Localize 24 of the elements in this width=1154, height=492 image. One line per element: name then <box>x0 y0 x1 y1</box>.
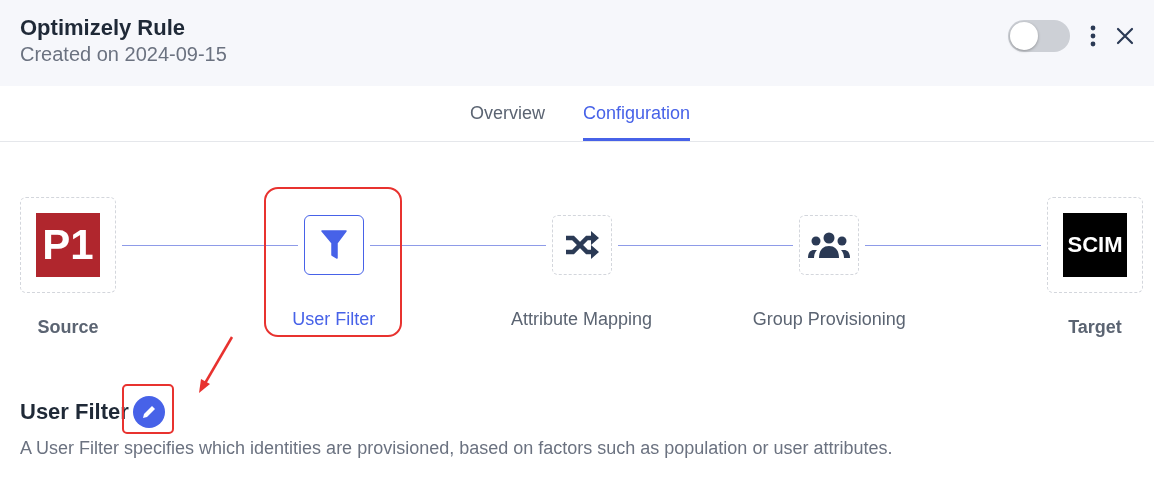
rule-title: Optimizely Rule <box>20 14 187 41</box>
more-options-icon[interactable] <box>1090 25 1096 47</box>
step-label: Group Provisioning <box>752 309 906 330</box>
edit-button[interactable] <box>132 396 165 428</box>
filter-icon <box>320 229 347 261</box>
created-date: Created on 2024-09-15 <box>20 42 227 66</box>
step-tile[interactable]: SCIM <box>1047 197 1143 293</box>
step-tile[interactable] <box>303 215 364 275</box>
logo: SCIM <box>1063 213 1127 277</box>
step-label: Attribute Mapping <box>510 309 653 330</box>
pencil-icon <box>140 404 157 420</box>
close-icon[interactable] <box>1116 27 1134 45</box>
shuffle-icon <box>563 230 600 260</box>
step-label: User Filter <box>292 309 376 330</box>
annotation-arrow <box>196 335 236 395</box>
tab[interactable]: Configuration <box>582 86 691 141</box>
toggle-switch[interactable] <box>1008 20 1070 52</box>
group-icon <box>807 232 852 258</box>
step-label: Target <box>1068 317 1122 338</box>
tab[interactable]: Overview <box>469 86 545 141</box>
section-description: A User Filter specifies which identities are provisioned, based on factors such as population or user attributes. <box>20 438 894 459</box>
logo: P1 <box>36 213 100 277</box>
step-tile[interactable]: P1 <box>20 197 116 293</box>
step-label: Source <box>37 317 99 338</box>
